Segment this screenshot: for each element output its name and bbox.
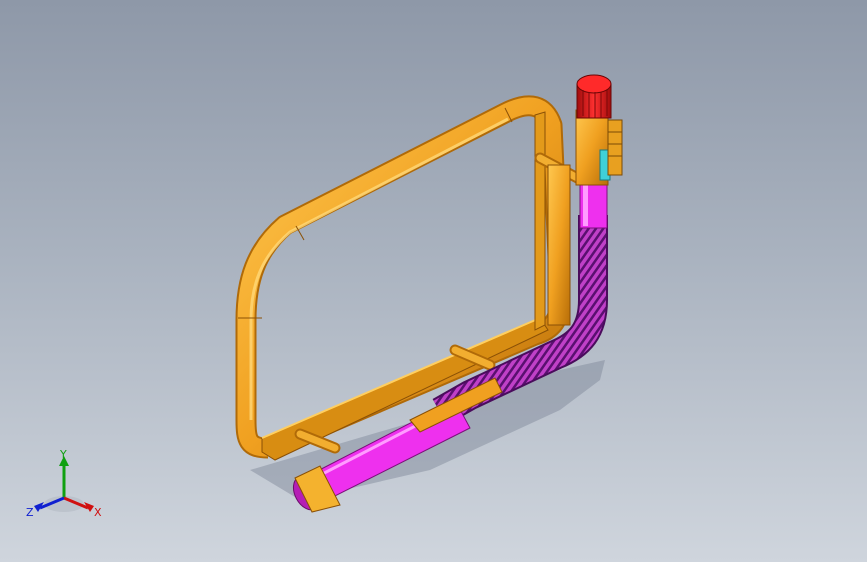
z-label: Z bbox=[26, 506, 34, 519]
upper-sleeve[interactable] bbox=[579, 179, 608, 229]
x-label: X bbox=[94, 506, 102, 519]
riser-tube[interactable] bbox=[547, 164, 571, 326]
cad-model[interactable] bbox=[0, 0, 867, 562]
axis-triad[interactable]: Y X Z bbox=[24, 446, 108, 522]
y-label: Y bbox=[59, 448, 67, 461]
3d-viewport[interactable]: Y X Z bbox=[0, 0, 867, 562]
connector-body[interactable] bbox=[575, 109, 611, 186]
side-plate[interactable] bbox=[534, 111, 546, 331]
terminal-block[interactable] bbox=[607, 119, 623, 176]
end-cap[interactable] bbox=[576, 74, 612, 119]
